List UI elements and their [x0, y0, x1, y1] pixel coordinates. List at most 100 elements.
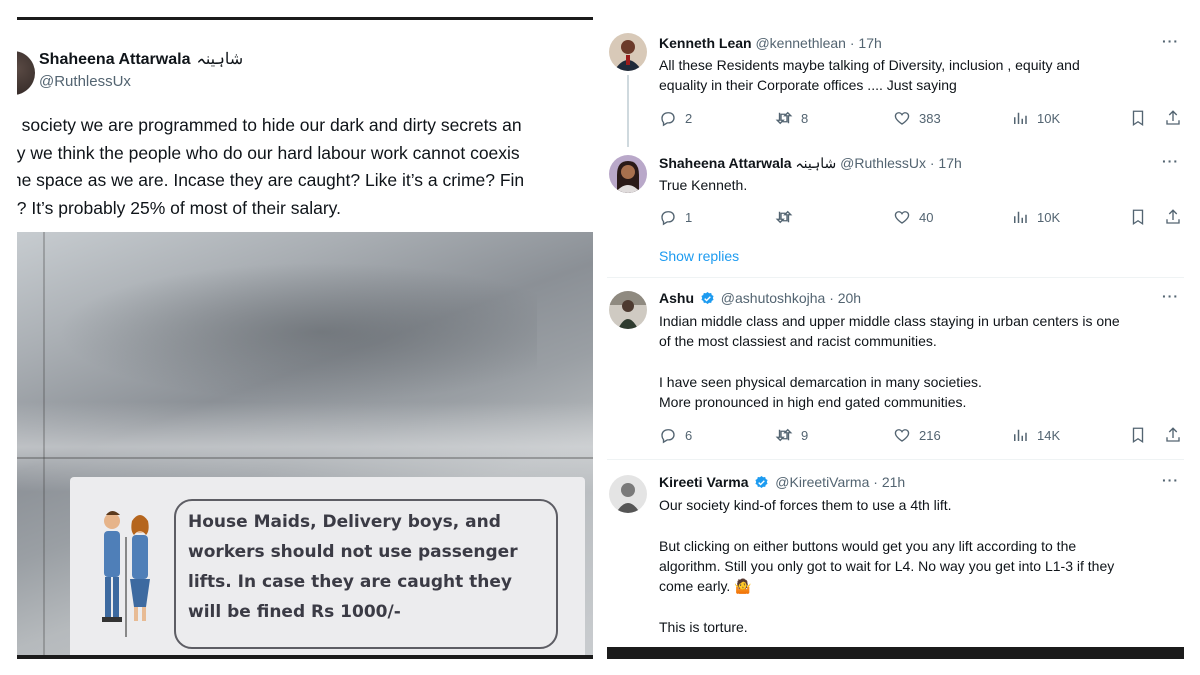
reply-action[interactable]: 1	[659, 208, 692, 226]
notice-line: House Maids, Delivery boys, and	[188, 512, 501, 532]
share-icon	[1166, 110, 1180, 125]
metal-reflection	[57, 262, 537, 402]
bookmark-icon	[1132, 110, 1144, 127]
more-options-icon[interactable]: ···	[1162, 33, 1179, 49]
panel-seam	[17, 457, 593, 459]
reply-header: Kireeti Varma @KireetiVarma · 21h	[659, 474, 905, 490]
author-handle[interactable]: @RuthlessUx	[39, 73, 131, 90]
reply-author-name[interactable]: Shaheena Attarwala	[659, 155, 792, 171]
repost-action[interactable]	[775, 208, 801, 226]
share-action[interactable]	[1164, 109, 1182, 127]
reply-text: True Kenneth.	[659, 175, 1179, 195]
reply-timestamp[interactable]: · 17h	[930, 155, 962, 171]
reply-text-line: This is torture.	[659, 618, 748, 635]
view-count: 10K	[1037, 110, 1061, 126]
repost-icon	[775, 111, 793, 125]
tweet-text-line: n society we are programmed to hide our …	[17, 115, 522, 135]
like-count: 216	[919, 427, 941, 443]
like-action[interactable]: 216	[893, 426, 941, 444]
reply-text-line: equality in their Corporate offices ....…	[659, 77, 957, 94]
author-name-row[interactable]: Shaheena Attarwala شاہینہ	[39, 49, 243, 69]
more-options-icon[interactable]: ···	[1162, 288, 1179, 304]
left-tweet-screenshot: Shaheena Attarwala شاہینہ @RuthlessUx n s…	[17, 17, 593, 659]
reply-author-name[interactable]: Ashu	[659, 290, 694, 306]
notice-line: will be fined Rs 1000/-	[188, 602, 401, 622]
share-icon	[1166, 209, 1180, 224]
reply-header: Shaheena Attarwala شاہینہ @RuthlessUx · …	[659, 155, 962, 172]
reply-text-line: More pronounced in high end gated commun…	[659, 394, 967, 411]
reply-author-name-arabic: شاہینہ	[795, 155, 837, 171]
reply-icon	[661, 211, 675, 226]
reply-text-line: True Kenneth.	[659, 177, 748, 193]
views-action[interactable]: 10K	[1011, 109, 1060, 127]
bookmark-action[interactable]	[1129, 208, 1147, 226]
like-action[interactable]: 40	[893, 208, 933, 226]
author-name[interactable]: Shaheena Attarwala	[39, 51, 190, 68]
action-bar: 2 8 383 10K	[659, 109, 1184, 129]
reply-count: 6	[685, 427, 693, 443]
reply-text-line: But clicking on either buttons would get…	[659, 537, 1077, 554]
more-options-icon[interactable]: ···	[1162, 472, 1179, 488]
share-action[interactable]	[1164, 426, 1182, 444]
author-avatar[interactable]	[17, 51, 35, 95]
reply-text: Our society kind-of forces them to use a…	[659, 495, 1179, 637]
reply-author-handle[interactable]: @kennethlean	[755, 35, 846, 51]
bottom-border	[17, 655, 593, 659]
tweet-text: n society we are programmed to hide our …	[17, 112, 593, 222]
verified-badge-icon	[755, 475, 768, 488]
reply-text-line: Our society kind-of forces them to use a…	[659, 497, 952, 513]
bookmark-action[interactable]	[1129, 109, 1147, 127]
tweet-photo[interactable]: House Maids, Delivery boys, and workers …	[17, 232, 593, 655]
like-action[interactable]: 383	[893, 109, 941, 127]
tweet-text-line: 0? It’s probably 25% of most of their sa…	[17, 197, 341, 218]
share-action[interactable]	[1164, 208, 1182, 226]
reply-action[interactable]: 6	[659, 426, 692, 444]
avatar[interactable]	[609, 155, 647, 193]
avatar-photo-icon	[609, 291, 647, 329]
reply-author-handle[interactable]: @RuthlessUx	[840, 155, 926, 171]
reply-timestamp[interactable]: · 20h	[829, 290, 861, 306]
action-bar: 1 40 10K	[659, 208, 1184, 228]
workers-illustration-icon	[102, 511, 150, 637]
share-icon	[1166, 427, 1180, 442]
avatar-photo-icon	[609, 155, 647, 193]
reply-author-handle[interactable]: @KireetiVarma	[775, 474, 869, 490]
reply-action[interactable]: 2	[659, 109, 692, 127]
notice-sign: House Maids, Delivery boys, and workers …	[70, 477, 585, 655]
bottom-border	[607, 647, 1184, 659]
reply-text-line	[659, 596, 1179, 616]
reply-count: 2	[685, 110, 693, 126]
avatar-photo-icon	[609, 475, 647, 513]
reply-timestamp[interactable]: · 21h	[873, 474, 905, 490]
avatar[interactable]	[609, 475, 647, 513]
reply-icon	[661, 112, 675, 127]
action-bar: 6 9 216 14K	[659, 426, 1184, 446]
heart-icon	[894, 112, 910, 125]
reply-timestamp[interactable]: · 17h	[850, 35, 882, 51]
reply-count: 1	[685, 209, 693, 225]
view-count: 10K	[1037, 209, 1061, 225]
reply-icon	[661, 429, 675, 444]
top-border	[17, 17, 593, 20]
show-replies-link[interactable]: Show replies	[659, 248, 739, 264]
views-action[interactable]: 14K	[1011, 426, 1060, 444]
reply-text: All these Residents maybe talking of Div…	[659, 55, 1179, 96]
avatar[interactable]	[609, 33, 647, 71]
more-options-icon[interactable]: ···	[1162, 153, 1179, 169]
reply-author-name[interactable]: Kireeti Varma	[659, 474, 749, 490]
repost-action[interactable]: 9	[775, 426, 808, 444]
avatar[interactable]	[609, 291, 647, 329]
reply-author-name[interactable]: Kenneth Lean	[659, 35, 752, 51]
repost-icon	[775, 210, 793, 224]
reply-text-line: All these Residents maybe talking of Div…	[659, 57, 1080, 73]
reply-text: Indian middle class and upper middle cla…	[659, 311, 1179, 412]
reply-text-line: I have seen physical demarcation in many…	[659, 373, 982, 390]
notice-text: House Maids, Delivery boys, and workers …	[188, 507, 558, 627]
views-action[interactable]: 10K	[1011, 208, 1060, 226]
reply-author-handle[interactable]: @ashutoshkojha	[721, 290, 826, 306]
repost-action[interactable]: 8	[775, 109, 808, 127]
author-name-arabic: شاہینہ	[196, 51, 244, 68]
like-count: 383	[919, 110, 941, 126]
bookmark-action[interactable]	[1129, 426, 1147, 444]
thread-connector	[627, 75, 629, 147]
